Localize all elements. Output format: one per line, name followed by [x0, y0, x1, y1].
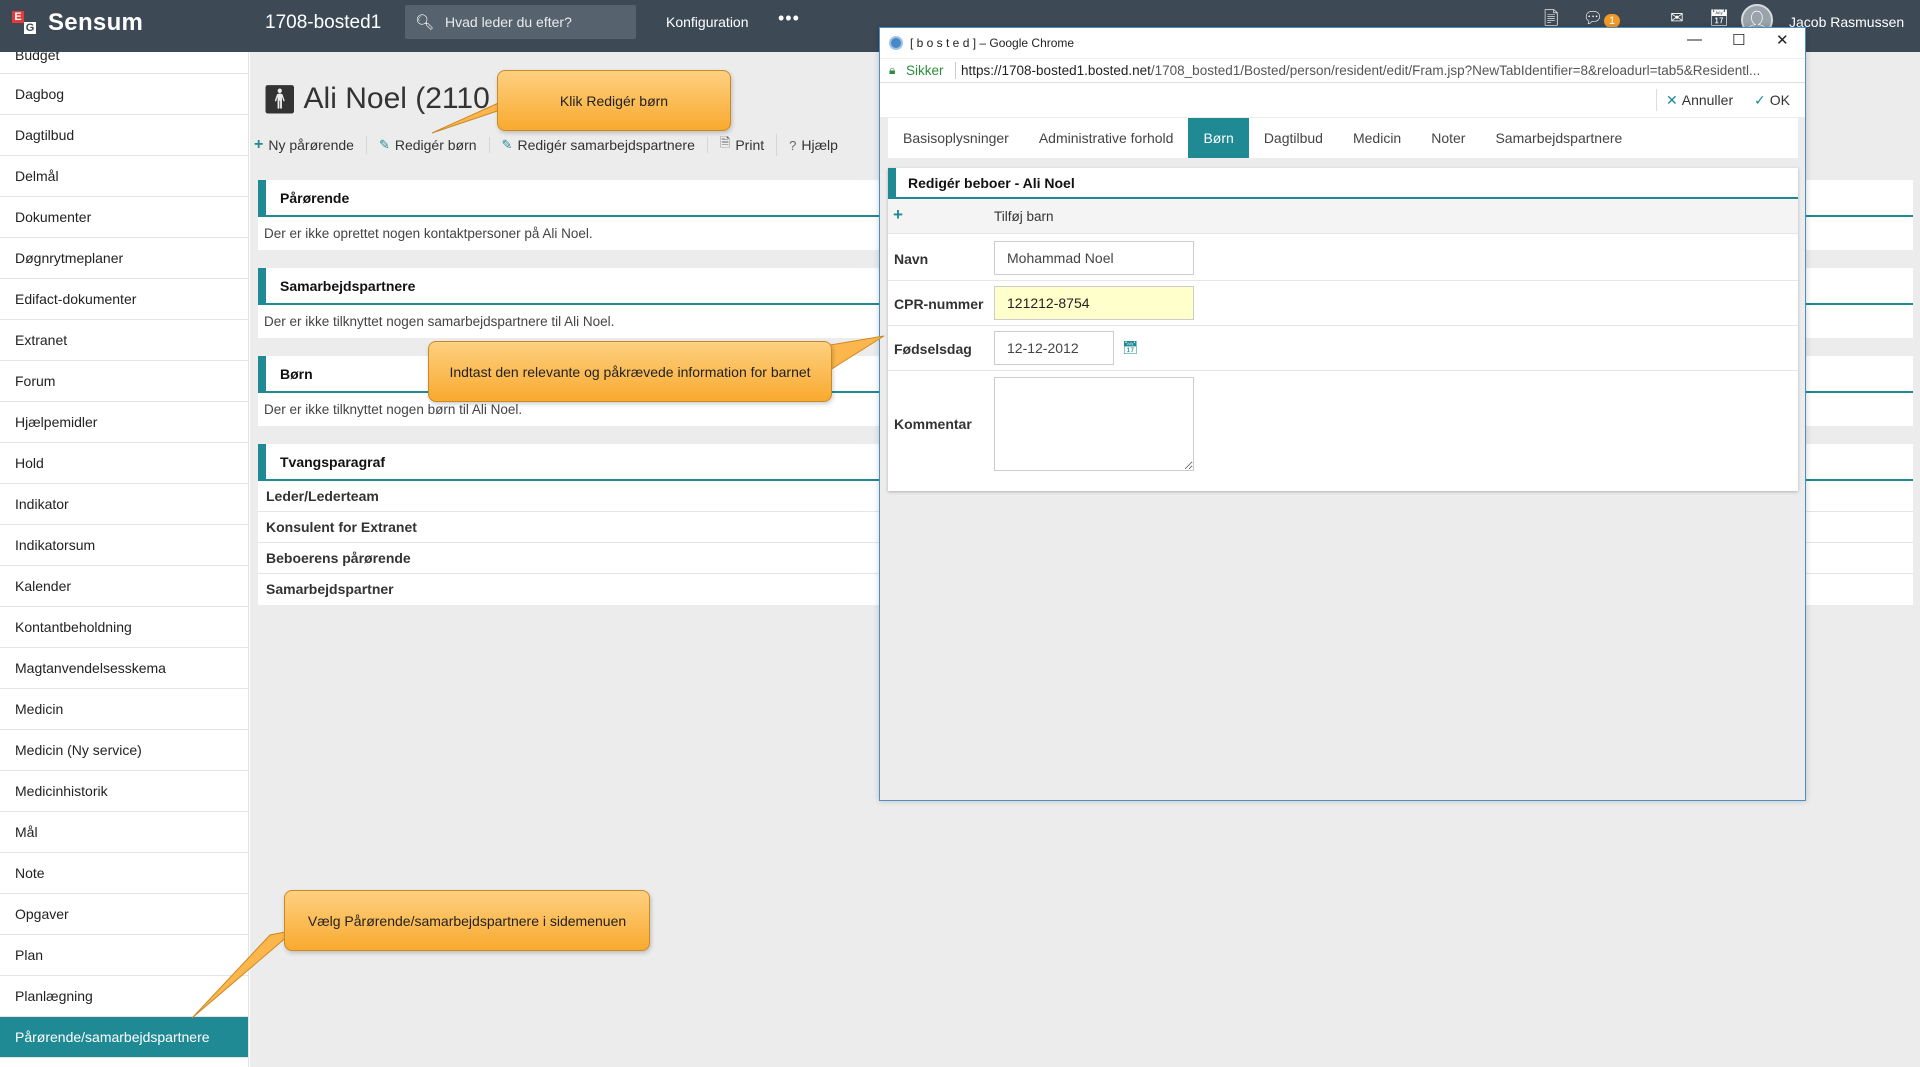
- tail-enter-info: [829, 335, 885, 371]
- tail-choose-menu: [191, 929, 297, 1019]
- callout-enter-info: Indtast den relevante og påkrævede infor…: [428, 341, 832, 402]
- callout-choose-menu: Vælg Pårørende/samarbejdspartnere i side…: [284, 890, 650, 951]
- callout-edit-children: Klik Redigér børn: [497, 70, 731, 131]
